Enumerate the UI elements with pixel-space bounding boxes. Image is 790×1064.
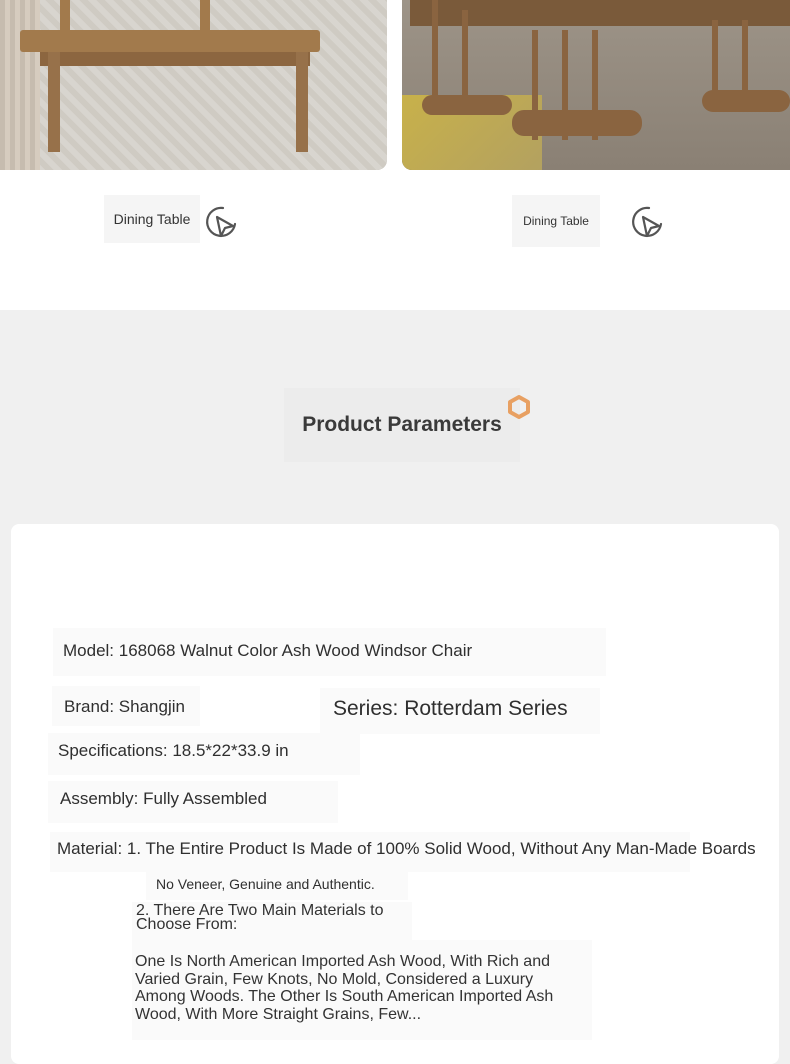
chair-seat [702, 90, 790, 112]
param-brand: Brand: Shangjin [64, 697, 185, 716]
param-materials-choice: 2. There Are Two Main Materials to Choos… [136, 902, 384, 933]
cursor-click-icon[interactable] [629, 204, 665, 240]
dining-set-photo[interactable] [402, 0, 790, 170]
param-model: Model: 168068 Walnut Color Ash Wood Wind… [63, 641, 473, 660]
bench-leg [296, 52, 308, 152]
chair-seat [512, 110, 642, 136]
param-specifications: Specifications: 18.5*22*33.9 in [58, 741, 289, 760]
gallery-caption-1[interactable]: Dining Table [104, 195, 200, 243]
wall-panel [0, 0, 40, 170]
cursor-click-icon[interactable] [203, 204, 239, 240]
param-assembly: Assembly: Fully Assembled [60, 789, 267, 808]
caption-label: Dining Table [113, 211, 191, 227]
bench-seat [20, 30, 320, 52]
bench-leg [48, 52, 60, 152]
chair-seat [422, 95, 512, 115]
gallery-caption-2[interactable]: Dining Table [512, 195, 600, 247]
product-gallery: Dining Table Dining Table [0, 0, 790, 310]
caption-label: Dining Table [523, 214, 589, 228]
bench-photo[interactable] [0, 0, 387, 170]
section-title: Product Parameters [302, 413, 502, 436]
hexagon-icon [508, 395, 530, 419]
section-header: Product Parameters [284, 388, 520, 462]
param-material: Material: 1. The Entire Product Is Made … [57, 839, 756, 858]
param-series: Series: Rotterdam Series [333, 697, 568, 720]
chair-spindle [432, 0, 438, 110]
param-materials-desc: One Is North American Imported Ash Wood,… [135, 953, 554, 1023]
param-material-note: No Veneer, Genuine and Authentic. [156, 876, 375, 892]
bench-apron [40, 52, 310, 66]
